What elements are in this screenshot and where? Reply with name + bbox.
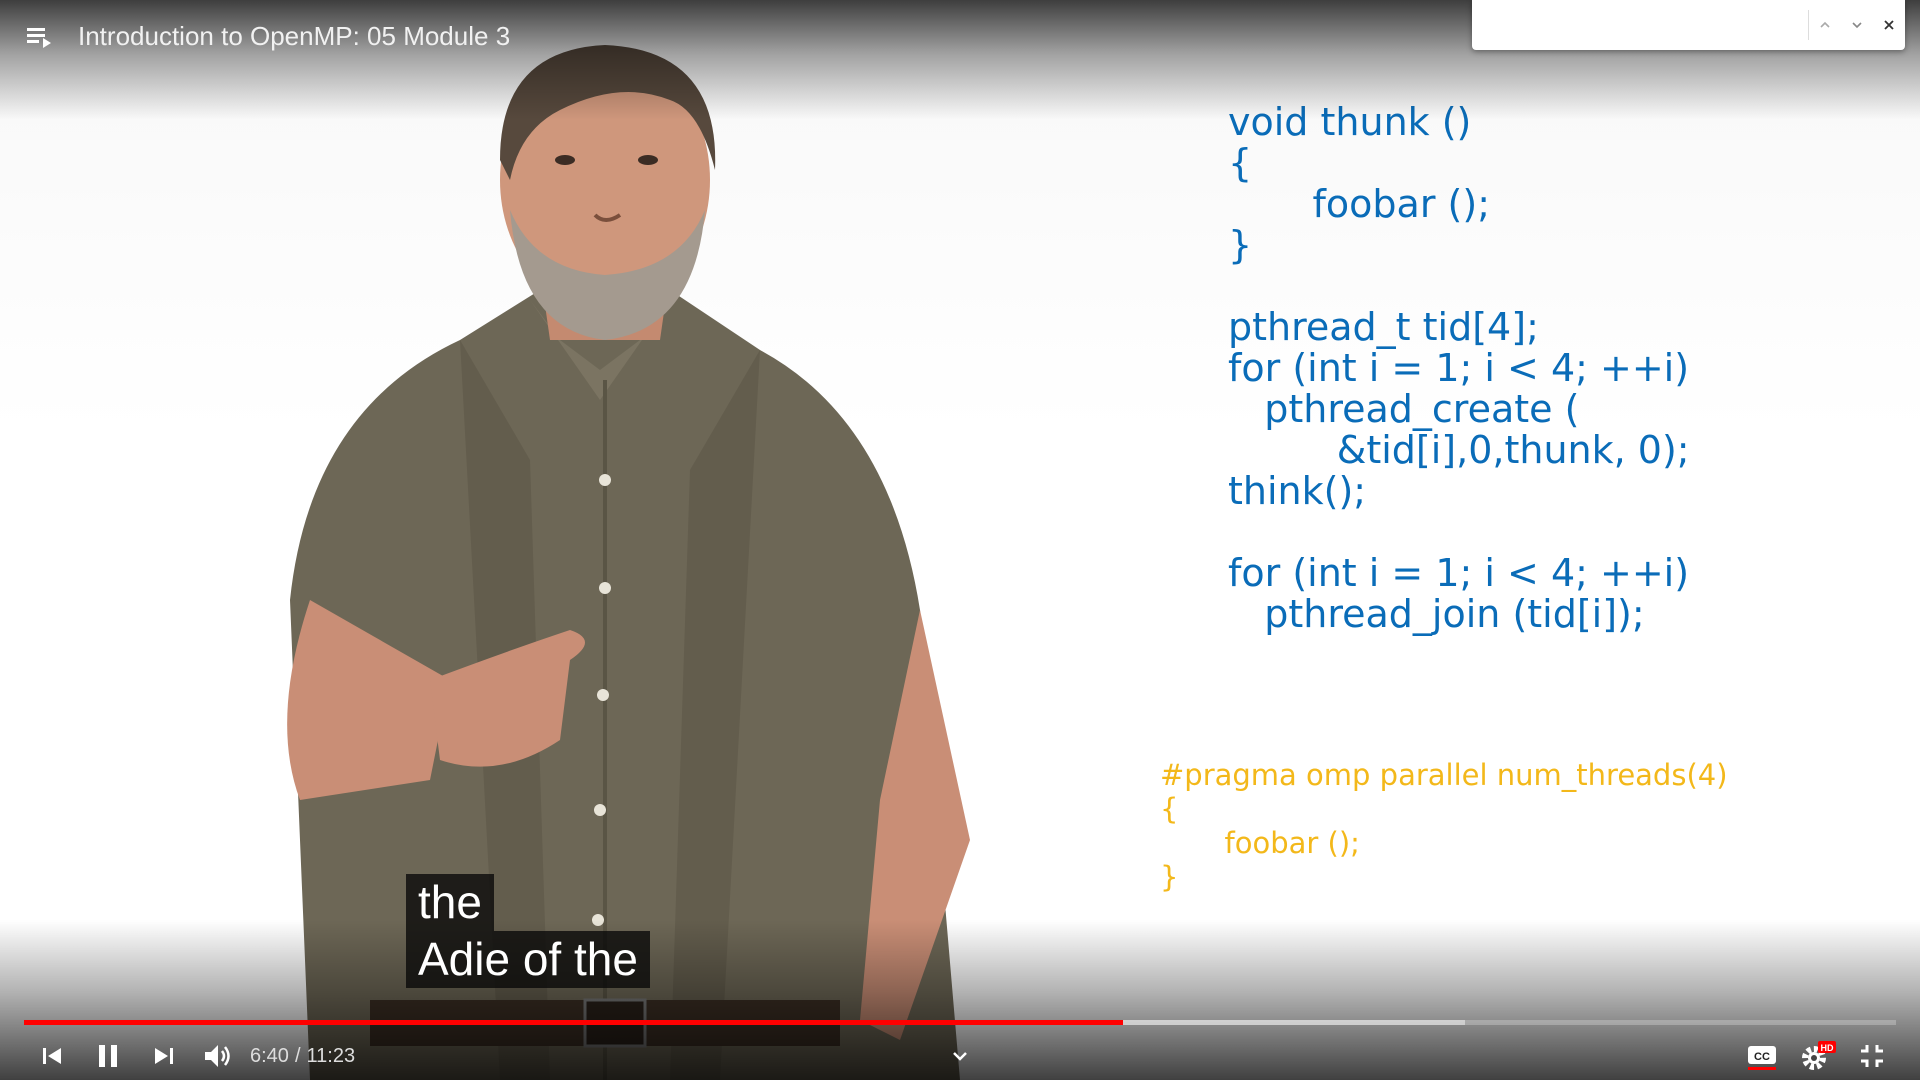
caption-line: the bbox=[406, 874, 494, 931]
hd-badge: HD bbox=[1821, 1043, 1834, 1053]
volume-button[interactable] bbox=[196, 1032, 240, 1080]
player-controls: 6:40 / 11:23 CC HD bbox=[0, 1032, 1920, 1080]
find-close-button[interactable] bbox=[1873, 0, 1905, 50]
time-separator: / bbox=[294, 1044, 301, 1067]
video-title-bar: Introduction to OpenMP: 05 Module 3 bbox=[24, 18, 510, 54]
captions-overlay: the Adie of the bbox=[406, 874, 650, 988]
exit-fullscreen-button[interactable] bbox=[1850, 1032, 1894, 1080]
settings-gear-icon: HD bbox=[1802, 1041, 1836, 1070]
slide-code-pthreads: void thunk () { foobar (); } pthread_t t… bbox=[1228, 100, 1690, 636]
find-bar bbox=[1472, 0, 1905, 50]
next-button[interactable] bbox=[142, 1032, 186, 1080]
pause-icon bbox=[99, 1045, 117, 1067]
slide-code-openmp: #pragma omp parallel num_threads(4) { fo… bbox=[1160, 758, 1728, 894]
current-time: 6:40 bbox=[250, 1044, 289, 1067]
duration: 11:23 bbox=[306, 1044, 356, 1067]
captions-button[interactable]: CC bbox=[1740, 1032, 1784, 1080]
previous-button[interactable] bbox=[30, 1032, 74, 1080]
exit-fullscreen-icon bbox=[1861, 1045, 1883, 1067]
video-title[interactable]: Introduction to OpenMP: 05 Module 3 bbox=[78, 21, 510, 52]
progress-played bbox=[24, 1020, 1123, 1025]
expand-button[interactable] bbox=[940, 1032, 980, 1080]
playlist-icon[interactable] bbox=[24, 21, 54, 51]
progress-bar[interactable] bbox=[24, 1020, 1896, 1025]
pause-button[interactable] bbox=[86, 1032, 130, 1080]
settings-button[interactable]: HD bbox=[1794, 1032, 1842, 1080]
chevron-down-icon bbox=[1852, 22, 1862, 29]
closed-captions-icon: CC bbox=[1748, 1046, 1776, 1070]
chevron-down-icon bbox=[953, 1052, 967, 1061]
find-previous-button[interactable] bbox=[1809, 0, 1841, 50]
volume-icon bbox=[205, 1045, 230, 1067]
time-display: 6:40 / 11:23 bbox=[250, 1032, 355, 1080]
skip-next-icon bbox=[155, 1048, 173, 1064]
caption-line: Adie of the bbox=[406, 931, 650, 988]
close-icon bbox=[1884, 20, 1894, 30]
svg-text:CC: CC bbox=[1754, 1051, 1770, 1063]
find-next-button[interactable] bbox=[1841, 0, 1873, 50]
video-player[interactable]: void thunk () { foobar (); } pthread_t t… bbox=[0, 0, 1920, 1080]
skip-previous-icon bbox=[43, 1048, 61, 1064]
chevron-up-icon bbox=[1820, 21, 1830, 28]
find-input[interactable] bbox=[1472, 2, 1808, 48]
